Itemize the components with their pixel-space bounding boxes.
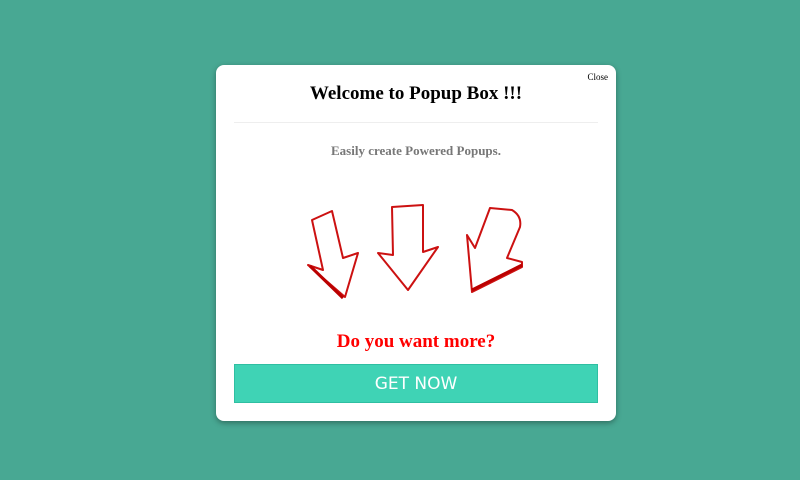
arrow-down-icon [377,204,439,291]
arrow-down-icon [307,210,359,298]
popup-dialog: Close Welcome to Popup Box !!! Easily cr… [216,65,616,421]
question-text: Do you want more? [336,331,496,352]
get-now-button[interactable]: GET NOW [234,364,598,403]
